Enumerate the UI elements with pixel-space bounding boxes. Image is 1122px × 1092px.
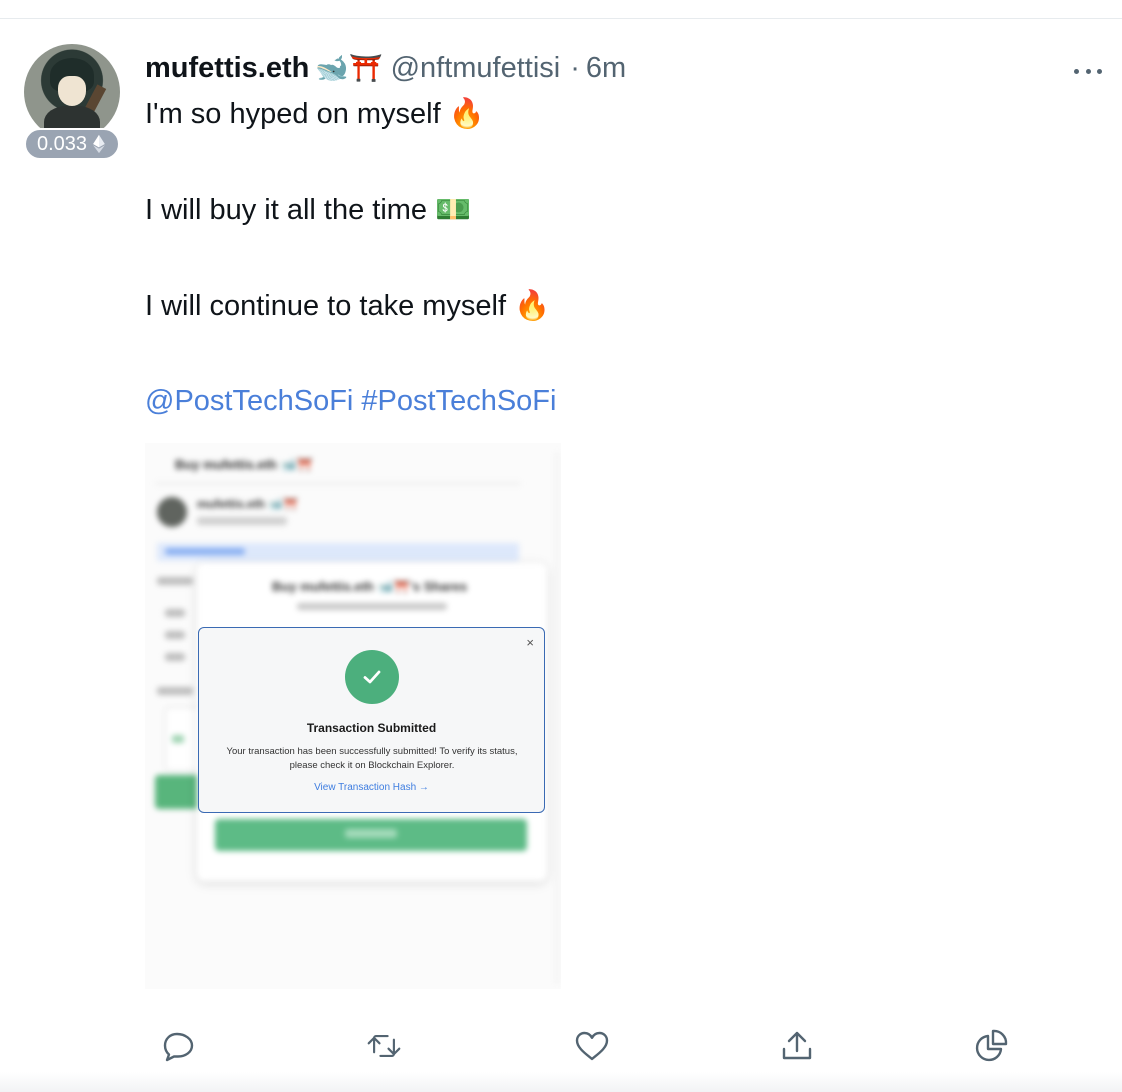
avatar[interactable] (24, 44, 120, 140)
mention-link[interactable]: @PostTechSoFi (145, 385, 353, 417)
eth-price-badge: 0.033 (24, 128, 120, 160)
share-icon[interactable] (779, 1028, 815, 1064)
separator-dot: · (570, 51, 580, 84)
view-transaction-link: View Transaction Hash → (314, 782, 429, 793)
avatar-container[interactable]: 0.033 (24, 44, 120, 162)
tweet-links: @PostTechSoFi #PostTechSoFi (145, 385, 556, 418)
more-options-icon[interactable] (1070, 58, 1106, 84)
dialog-message: Your transaction has been successfully s… (226, 746, 518, 771)
ethereum-icon (93, 134, 105, 154)
blurred-title: Buy mufettis.eth 🐋⛩️ (175, 457, 313, 472)
user-handle[interactable]: @nftmufettisi (391, 52, 561, 85)
reply-icon[interactable] (161, 1028, 197, 1064)
tweet-header: mufettis.eth 🐋⛩️ @nftmufettisi · 6m (145, 50, 626, 86)
bottom-fade (0, 1072, 1122, 1092)
blurred-card-title: Buy mufettis.eth 🐋⛩️'s Shares (272, 579, 468, 594)
hashtag-link[interactable]: #PostTechSoFi (361, 385, 556, 417)
timestamp[interactable]: 6m (586, 52, 626, 85)
success-check-icon (345, 650, 399, 704)
top-divider (0, 18, 1122, 19)
name-emojis: 🐋⛩️ (315, 52, 383, 83)
retweet-icon[interactable] (366, 1028, 402, 1064)
tweet-line-1: I'm so hyped on myself 🔥 (145, 98, 485, 130)
transaction-dialog: × Transaction Submitted Your transaction… (198, 627, 545, 813)
dialog-title: Transaction Submitted (306, 721, 437, 735)
like-icon[interactable] (574, 1028, 610, 1064)
close-icon: × (526, 635, 534, 650)
tweet-media-image[interactable]: Buy mufettis.eth 🐋⛩️ mufettis.eth 🐋⛩️ Bu… (145, 443, 561, 989)
blurred-buy-button (215, 819, 527, 851)
blurred-name: mufettis.eth 🐋⛩️ (197, 497, 299, 511)
eth-price-value: 0.033 (36, 132, 88, 155)
tweet-line-3: I will continue to take myself 🔥 (145, 290, 551, 322)
blurred-avatar (157, 497, 187, 527)
display-name[interactable]: mufettis.eth (145, 52, 309, 85)
analytics-icon[interactable] (973, 1028, 1009, 1064)
tweet-line-2: I will buy it all the time 💵 (145, 194, 472, 226)
tweet-actions-bar (0, 1028, 1122, 1068)
